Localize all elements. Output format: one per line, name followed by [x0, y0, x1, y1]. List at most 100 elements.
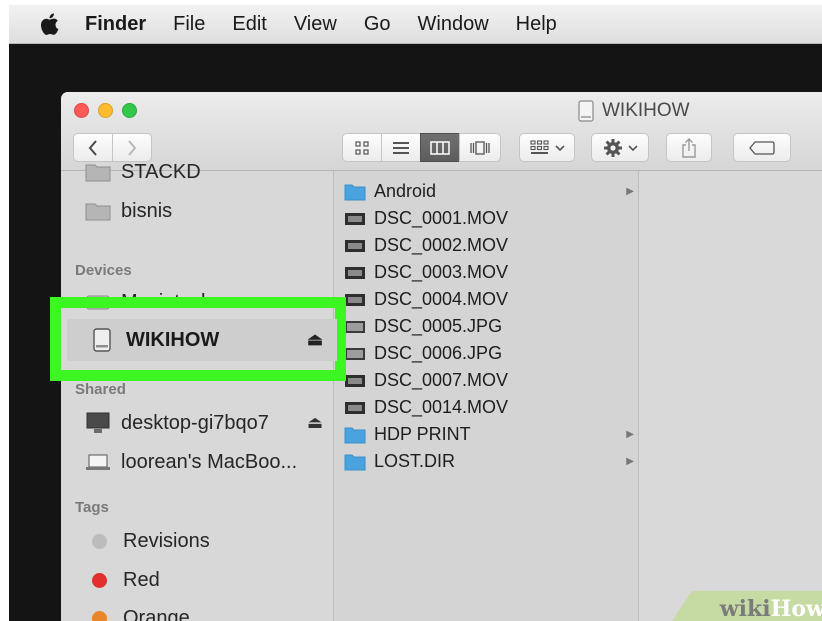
- tags-heading: Tags: [75, 499, 109, 516]
- sidebar-item-bisnis[interactable]: bisnis: [85, 196, 172, 226]
- file-row-lost-dir[interactable]: LOST.DIR ▶: [344, 448, 634, 475]
- menu-help[interactable]: Help: [516, 13, 557, 36]
- image-thumbnail-icon: [345, 320, 365, 333]
- folder-icon: [344, 184, 366, 200]
- file-row-dsc-0002[interactable]: DSC_0002.MOV: [344, 232, 634, 259]
- sidebar-item-stackd[interactable]: STACKD: [85, 157, 201, 187]
- share-icon: [682, 137, 696, 158]
- folder-icon: [344, 427, 366, 443]
- menu-finder[interactable]: Finder: [85, 13, 146, 36]
- file-name: DSC_0003.MOV: [374, 262, 509, 282]
- monitor-icon: [86, 412, 110, 433]
- sidebar-item-label: STACKD: [121, 160, 201, 183]
- tag-dot-icon: [92, 533, 107, 549]
- sidebar-item-label: loorean's MacBoo...: [121, 450, 298, 473]
- grid-icon: [355, 140, 369, 155]
- action-button[interactable]: [591, 133, 649, 162]
- tag-dot-icon: [92, 610, 107, 621]
- sidebar-item-label: WIKIHOW: [126, 328, 220, 351]
- file-row-dsc-0014[interactable]: DSC_0014.MOV: [344, 394, 634, 421]
- file-column: Android ▶ DSC_0001.MOV DSC_0002.MOV DSC_…: [334, 171, 639, 621]
- tag-icon: [749, 140, 775, 155]
- sidebar-tag-revisions[interactable]: Revisions: [85, 526, 210, 556]
- video-thumbnail-icon: [345, 239, 365, 252]
- share-button[interactable]: [666, 133, 712, 162]
- arrange-icon: [529, 139, 549, 154]
- file-name: DSC_0005.JPG: [374, 316, 503, 336]
- file-row-dsc-0007[interactable]: DSC_0007.MOV: [344, 367, 634, 394]
- folder-icon: [85, 203, 111, 221]
- sidebar-item-label: Revisions: [123, 529, 210, 552]
- image-thumbnail-icon: [345, 347, 365, 360]
- tag-dot-icon: [92, 572, 107, 588]
- file-name: DSC_0006.JPG: [374, 343, 503, 363]
- video-thumbnail-icon: [345, 374, 365, 387]
- sidebar-tag-red[interactable]: Red: [85, 565, 160, 595]
- video-thumbnail-icon: [345, 401, 365, 414]
- sidebar-item-label: bisnis: [121, 199, 173, 222]
- folder-icon: [85, 164, 111, 182]
- sidebar-item-looreans-macbook[interactable]: loorean's MacBoo...: [85, 447, 297, 477]
- eject-icon[interactable]: ⏏: [307, 413, 323, 433]
- sidebar-item-desktop-gi7bqo7[interactable]: desktop-gi7bqo7 ⏏: [85, 408, 323, 438]
- file-row-android[interactable]: Android ▶: [344, 178, 634, 205]
- sidebar: STACKD bisnis Devices Macintosh Shared d…: [61, 161, 334, 621]
- wikihow-watermark: wiki How: [669, 591, 822, 621]
- sidebar-tag-orange[interactable]: Orange: [85, 603, 190, 621]
- drive-icon: [93, 328, 111, 352]
- disclosure-arrow-icon: ▶: [626, 186, 634, 197]
- eject-icon[interactable]: ⏏: [307, 330, 323, 350]
- menu-edit[interactable]: Edit: [232, 13, 266, 36]
- watermark-prefix: wiki: [719, 595, 771, 621]
- list-view-button[interactable]: [381, 133, 421, 162]
- file-name: Android: [374, 181, 437, 201]
- column-view-button[interactable]: [420, 133, 460, 162]
- apple-icon[interactable]: [39, 11, 63, 37]
- devices-heading: Devices: [75, 262, 132, 279]
- zoom-button[interactable]: [122, 103, 137, 118]
- chevron-down-icon: [554, 144, 565, 151]
- sidebar-item-wikihow[interactable]: WIKIHOW ⏏: [67, 319, 337, 361]
- file-row-dsc-0005[interactable]: DSC_0005.JPG: [344, 313, 634, 340]
- file-row-dsc-0004[interactable]: DSC_0004.MOV: [344, 286, 634, 313]
- window-title: WIKIHOW: [576, 100, 690, 122]
- window-title-text: WIKIHOW: [602, 100, 690, 121]
- laptop-icon: [86, 454, 110, 470]
- empty-column: [639, 171, 822, 621]
- menu-go[interactable]: Go: [364, 13, 391, 36]
- menu-view[interactable]: View: [294, 13, 337, 36]
- menu-bar: Finder File Edit View Go Window Help: [9, 5, 822, 44]
- disclosure-arrow-icon: ▶: [626, 456, 634, 467]
- gear-icon: [603, 138, 622, 157]
- file-name: DSC_0001.MOV: [374, 208, 509, 228]
- sidebar-item-label: Red: [123, 568, 160, 591]
- video-thumbnail-icon: [345, 293, 365, 306]
- file-name: DSC_0004.MOV: [374, 289, 509, 309]
- file-row-hdp-print[interactable]: HDP PRINT ▶: [344, 421, 634, 448]
- tags-button[interactable]: [733, 133, 791, 162]
- folder-icon: [344, 454, 366, 470]
- file-row-dsc-0001[interactable]: DSC_0001.MOV: [344, 205, 634, 232]
- close-button[interactable]: [74, 103, 89, 118]
- drive-icon: [578, 100, 594, 122]
- arrange-button[interactable]: [519, 133, 575, 162]
- icon-view-button[interactable]: [342, 133, 382, 162]
- file-name: LOST.DIR: [374, 451, 456, 471]
- disclosure-arrow-icon: ▶: [626, 429, 634, 440]
- list-icon: [393, 141, 409, 154]
- chevron-left-icon: [88, 139, 97, 156]
- video-thumbnail-icon: [345, 266, 365, 279]
- sidebar-item-label: desktop-gi7bqo7: [121, 411, 269, 434]
- minimize-button[interactable]: [98, 103, 113, 118]
- menu-window[interactable]: Window: [418, 13, 489, 36]
- coverflow-view-button[interactable]: [459, 133, 501, 162]
- file-name: DSC_0002.MOV: [374, 235, 509, 255]
- shared-heading: Shared: [75, 381, 126, 398]
- file-row-dsc-0003[interactable]: DSC_0003.MOV: [344, 259, 634, 286]
- file-row-dsc-0006[interactable]: DSC_0006.JPG: [344, 340, 634, 367]
- coverflow-icon: [470, 140, 490, 155]
- menu-file[interactable]: File: [173, 13, 205, 36]
- screenshot-frame: Finder File Edit View Go Window Help WIK…: [9, 5, 822, 621]
- chevron-right-icon: [128, 139, 137, 156]
- columns-icon: [430, 140, 450, 155]
